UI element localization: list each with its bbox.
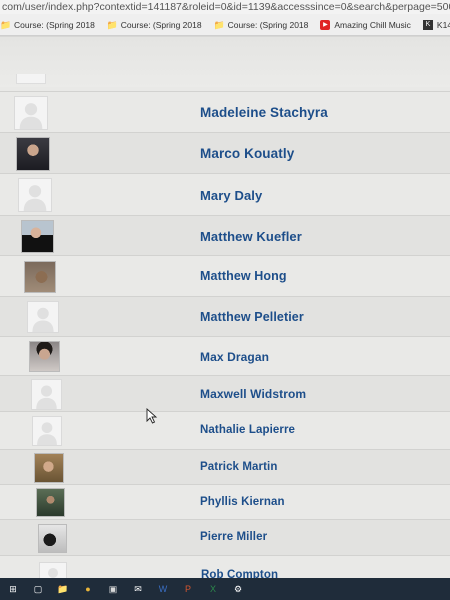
user-photo[interactable]: [29, 341, 60, 372]
participant-name-link[interactable]: Max Dragan: [200, 350, 269, 364]
participant-name-link[interactable]: Matthew Kuefler: [200, 229, 302, 244]
participant-name-link[interactable]: Maxwell Widstrom: [200, 387, 306, 401]
user-photo[interactable]: [16, 137, 50, 171]
participant-row: Matthew Pelletier: [0, 296, 450, 336]
participant-name-link[interactable]: Rob Compton: [201, 569, 278, 578]
user-photo[interactable]: [24, 261, 56, 293]
default-avatar-icon[interactable]: [32, 416, 62, 446]
mail-icon[interactable]: ✉: [131, 582, 145, 596]
youtube-icon: ▶: [320, 19, 331, 30]
participant-row: Max Dragan: [0, 336, 450, 375]
participant-row: Nathalie Lapierre: [0, 411, 450, 449]
participant-row: Mary Daly: [0, 173, 450, 215]
participant-name-link[interactable]: Marco Kouatly: [200, 146, 294, 161]
bookmark-label: Amazing Chill Music: [334, 19, 411, 30]
bookmark-course-3[interactable]: 📁 Course: (Spring 2018: [214, 20, 309, 30]
folder-icon: 📁: [0, 19, 12, 30]
participant-row: Patrick Martin: [0, 449, 450, 484]
participant-name-link[interactable]: Pierre Miller: [200, 531, 267, 543]
default-avatar-icon[interactable]: [39, 562, 67, 578]
participant-row: Phyllis Kiernan: [0, 484, 450, 519]
bookmark-course-2[interactable]: 📁 Course: (Spring 2018: [107, 20, 202, 30]
powerpoint-icon[interactable]: P: [181, 582, 195, 596]
participant-name-link[interactable]: Mary Daly: [200, 188, 262, 203]
user-photo[interactable]: [34, 453, 64, 483]
bookmark-label: Course: (Spring 2018: [227, 19, 309, 30]
user-photo[interactable]: [36, 488, 65, 517]
bookmarks-bar: 📁 Course: (Spring 2018 📁 Course: (Spring…: [0, 14, 450, 36]
user-photo[interactable]: [38, 524, 67, 553]
participant-name-link[interactable]: Matthew Hong: [200, 269, 287, 283]
bookmark-label: Course: (Spring 2018: [120, 19, 202, 30]
participants-page: Madeleine Stachyra Marco Kouatly Mary Daly…: [0, 37, 450, 578]
participant-name-link[interactable]: Matthew Pelletier: [200, 310, 304, 324]
mouse-cursor-icon: [146, 408, 158, 424]
folder-icon: 📁: [213, 19, 225, 30]
taskview-icon[interactable]: ▢: [31, 582, 45, 596]
participant-row: Maxwell Widstrom: [0, 375, 450, 411]
folder-icon: 📁: [106, 19, 119, 30]
participant-row: Pierre Miller: [0, 519, 450, 555]
store-icon[interactable]: ▣: [106, 582, 120, 596]
windows-taskbar: ⊞ ▢ 📁 ● ▣ ✉ W P X ⚙: [0, 578, 450, 600]
file-explorer-icon[interactable]: 📁: [56, 582, 70, 596]
windows-icon[interactable]: ⊞: [6, 582, 20, 596]
default-avatar-icon[interactable]: [18, 178, 52, 212]
settings-icon[interactable]: ⚙: [231, 582, 245, 596]
bookmark-image-file[interactable]: K K1483249009-DSC: [422, 19, 450, 30]
bookmark-label: Course: (Spring 2018: [14, 19, 95, 30]
file-icon: K: [422, 19, 433, 30]
participant-row: Matthew Kuefler: [0, 215, 450, 255]
participant-row: Madeleine Stachyra: [0, 91, 450, 132]
participant-name-link[interactable]: Madeleine Stachyra: [200, 105, 328, 120]
bookmark-course-1[interactable]: 📁 Course: (Spring 2018: [0, 20, 95, 30]
bookmark-label: K1483249009-DSC: [436, 19, 450, 30]
scrolled-header-area: [0, 37, 450, 87]
address-bar[interactable]: com/user/index.php?contextid=141187&role…: [0, 0, 450, 14]
participant-name-link[interactable]: Nathalie Lapierre: [200, 424, 295, 436]
excel-icon[interactable]: X: [206, 582, 220, 596]
user-photo[interactable]: [21, 220, 54, 253]
default-avatar-icon[interactable]: [14, 96, 48, 130]
default-avatar-icon[interactable]: [31, 379, 62, 410]
participant-name-link[interactable]: Phyllis Kiernan: [200, 496, 285, 508]
participant-row: Marco Kouatly: [0, 132, 450, 173]
word-icon[interactable]: W: [156, 582, 170, 596]
bookmark-amazing-chill-music[interactable]: ▶ Amazing Chill Music: [320, 19, 411, 30]
participant-row: Rob Compton: [0, 555, 450, 578]
participant-row: Matthew Hong: [0, 255, 450, 296]
avatar: [16, 74, 46, 84]
default-avatar-icon[interactable]: [27, 301, 59, 333]
participant-name-link[interactable]: Patrick Martin: [200, 461, 277, 473]
chrome-icon[interactable]: ●: [81, 582, 95, 596]
